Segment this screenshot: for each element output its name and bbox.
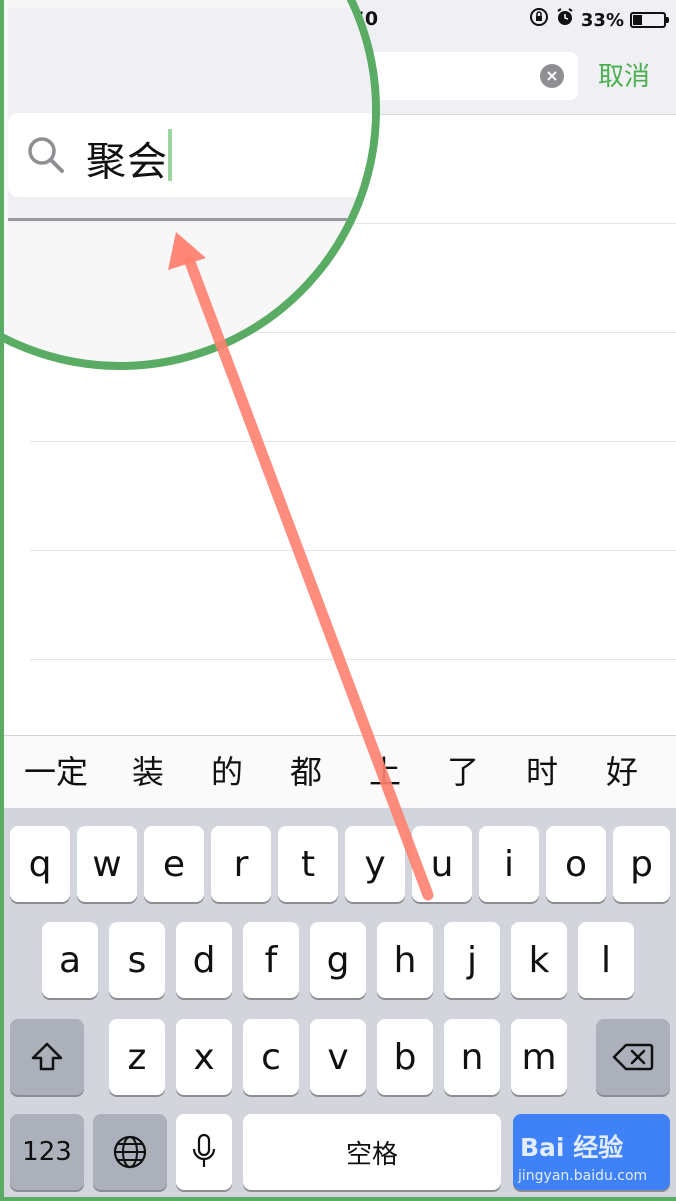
candidate-word[interactable]: 的	[188, 736, 266, 808]
candidate-bar: 一定 装 的 都 上 了 时 好	[4, 735, 676, 809]
key-v[interactable]: v	[310, 1019, 366, 1095]
key-d[interactable]: d	[176, 922, 232, 998]
list-divider	[30, 441, 676, 442]
space-key-label: 空格	[345, 1139, 398, 1170]
key-i[interactable]: i	[479, 826, 539, 902]
microphone-key[interactable]	[176, 1114, 232, 1190]
key-r[interactable]: r	[211, 826, 271, 902]
key-o[interactable]: o	[546, 826, 606, 902]
frame-border	[0, 0, 4, 1201]
magnifier-callout: 聚会	[0, 0, 380, 370]
key-x[interactable]: x	[176, 1019, 232, 1095]
battery-icon	[630, 12, 669, 28]
globe-icon	[113, 1135, 147, 1169]
backspace-key[interactable]	[596, 1019, 670, 1095]
shift-icon	[31, 1042, 63, 1071]
shift-key[interactable]	[10, 1019, 84, 1095]
search-query: 聚会	[86, 139, 168, 185]
key-w[interactable]: w	[77, 826, 137, 902]
magnified-search-field: 聚会	[8, 113, 372, 197]
key-z[interactable]: z	[109, 1019, 165, 1095]
key-l[interactable]: l	[578, 922, 634, 998]
battery-percent: 33%	[580, 9, 624, 31]
key-j[interactable]: j	[444, 922, 500, 998]
candidate-word[interactable]: 时	[502, 736, 582, 808]
key-t[interactable]: t	[278, 826, 338, 902]
globe-key[interactable]	[93, 1114, 167, 1190]
cancel-button[interactable]: 取消	[598, 56, 650, 93]
key-p[interactable]: p	[613, 826, 670, 902]
key-f[interactable]: f	[243, 922, 299, 998]
key-n[interactable]: n	[444, 1019, 500, 1095]
key-h[interactable]: h	[377, 922, 433, 998]
candidate-word[interactable]: 装	[108, 736, 188, 808]
candidate-word[interactable]: 一定	[4, 736, 108, 808]
key-g[interactable]: g	[310, 922, 366, 998]
alarm-icon	[555, 7, 575, 33]
key-b[interactable]: b	[377, 1019, 433, 1095]
list-divider	[30, 659, 676, 660]
status-icons: 33%	[529, 7, 669, 33]
space-key[interactable]: 空格	[243, 1114, 501, 1190]
text-caret	[168, 129, 172, 181]
key-y[interactable]: y	[345, 826, 405, 902]
numbers-key[interactable]: 123	[10, 1114, 84, 1190]
frame-border	[0, 1197, 676, 1201]
candidate-word[interactable]: 了	[424, 736, 502, 808]
key-u[interactable]: u	[412, 826, 472, 902]
magnified-view: 聚会	[8, 8, 372, 362]
key-e[interactable]: e	[144, 826, 204, 902]
key-c[interactable]: c	[243, 1019, 299, 1095]
candidate-word[interactable]: 都	[266, 736, 346, 808]
key-q[interactable]: q	[10, 826, 70, 902]
rotation-lock-icon	[529, 7, 549, 33]
key-a[interactable]: a	[42, 922, 98, 998]
screen: :50 33% × 取消	[0, 0, 676, 1201]
clear-icon[interactable]: ×	[540, 64, 564, 88]
numbers-key-label: 123	[22, 1137, 72, 1167]
key-s[interactable]: s	[109, 922, 165, 998]
watermark-logo: Bai 经验	[520, 1133, 624, 1162]
search-icon	[26, 135, 66, 175]
list-divider	[30, 550, 676, 551]
microphone-icon	[192, 1133, 216, 1167]
watermark-url: jingyan.baidu.com	[518, 1168, 648, 1184]
key-m[interactable]: m	[511, 1019, 567, 1095]
magnified-divider	[8, 218, 372, 221]
key-k[interactable]: k	[511, 922, 567, 998]
candidate-word[interactable]: 好	[582, 736, 662, 808]
candidate-word[interactable]: 上	[346, 736, 424, 808]
backspace-icon	[612, 1043, 654, 1071]
